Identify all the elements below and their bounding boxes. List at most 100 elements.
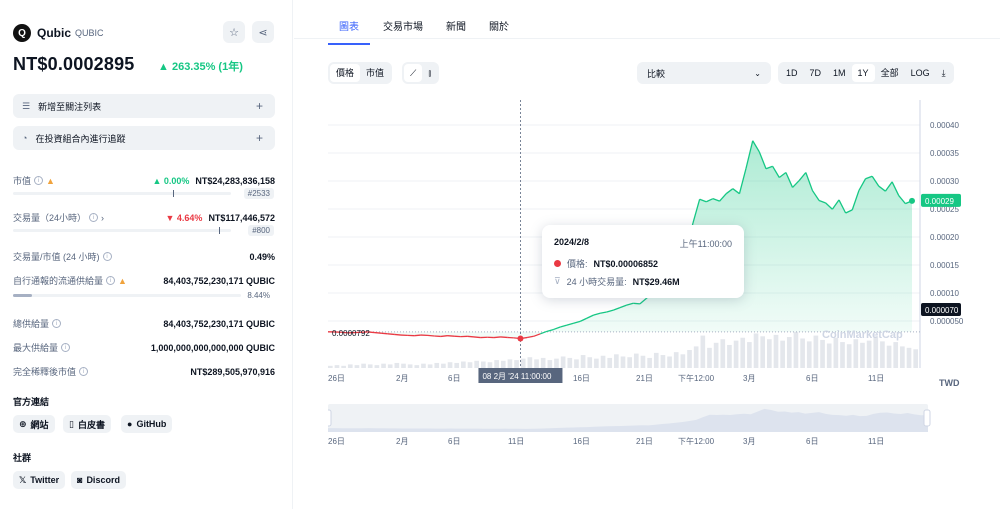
hover-point [517,335,524,342]
range-all[interactable]: 全部 [875,64,905,82]
add-watchlist-button[interactable]: ☰ 新增至關注列表 + [13,94,275,118]
range-7d[interactable]: 7D [804,64,828,82]
circ-supply-fill [13,294,33,297]
add-watchlist-label: 新增至關注列表 [38,101,102,112]
share-button[interactable]: ⋖ [252,21,274,43]
compare-label: 比較 [647,68,666,79]
volume-rank: #800 [248,225,274,236]
y-tick-label: 0.00035 [930,149,959,158]
volume-bar [640,355,646,368]
tab-about[interactable]: 關於 [489,18,509,43]
y-tick-label: 0.00030 [930,177,959,186]
volume-bar [387,364,393,368]
volume-bar [427,364,433,368]
market-cap-rank: #2533 [243,188,274,199]
navigator-handle-right [923,409,931,427]
info-icon[interactable]: i [102,252,112,261]
volume-bar [580,355,586,368]
warning-icon[interactable]: ▲ [118,276,127,286]
volume-bar [520,358,526,368]
total-supply-row: 總供給量 i 84,403,752,230,171 QUBIC [13,317,275,330]
price-line-segment [387,333,395,336]
twitter-link[interactable]: 𝕏 Twitter [13,471,66,489]
volume-bar [740,337,746,368]
range-1m[interactable]: 1M [827,64,852,82]
volume-bar [800,338,805,368]
tab-news[interactable]: 新聞 [446,18,466,43]
log-toggle[interactable]: LOG [905,64,936,82]
volume-bar [381,363,386,368]
volume-bar [494,360,499,368]
chevron-right-icon[interactable]: › [101,213,104,223]
market-cap-rank-bar [13,190,231,197]
y-tick-label: 0.00020 [930,233,959,242]
volume-bar [554,358,559,368]
plus-icon: + [255,99,263,113]
line-chart-icon[interactable]: ⟋ [404,64,423,82]
candlestick-icon[interactable]: ⫾ [422,64,437,82]
market-cap-label: 市值 [13,176,32,186]
volume-bar [747,342,752,368]
volume-rank-bar [13,227,231,234]
x-tick-label: 26日 [328,374,345,383]
volume-bar [607,357,613,368]
website-link[interactable]: ⊕ 網站 [13,415,55,433]
tab-markets[interactable]: 交易市場 [383,18,423,43]
volume-bar [693,346,699,368]
price-toggle[interactable]: 價格 [330,64,361,82]
mcap-toggle[interactable]: 市值 [360,64,390,82]
y-tick-label: 0.000050 [930,317,964,326]
volume-bar [780,340,785,368]
volume-bar [361,363,366,368]
volume-bar [514,360,519,368]
chart-panel: 圖表 交易市場 新聞 關於 價格 市值 ⟋ ⫾ 比較 ⌄ 1D 7D 1M 1Y… [294,0,1000,509]
info-icon[interactable]: i [89,213,99,222]
range-1y[interactable]: 1Y [851,64,875,82]
star-button[interactable]: ☆ [223,21,245,43]
navigator-tick-label: 11日 [868,437,884,446]
volume-bar [687,350,692,368]
github-link[interactable]: ● GitHub [121,415,173,433]
price-dot-icon [554,260,561,267]
track-portfolio-button[interactable]: ◔ 在投資組合內進行追蹤 + [13,126,275,150]
info-icon[interactable]: i [79,367,89,376]
coin-price: NT$0.0002895 [13,54,135,74]
watermark-text: CoinMarketCap [822,329,903,341]
download-icon[interactable]: ⤓ [936,64,952,82]
price-change: ▲ 263.35% (1年) [158,61,243,73]
current-price-label: 0.00029 [925,197,954,206]
volume-bar [840,342,845,368]
volume-bar [893,342,899,368]
y-tick-label: 0.00015 [930,261,959,270]
compare-select[interactable]: 比較 ⌄ [637,62,771,84]
min-price-label: 0.000070 [925,306,959,315]
currency-label: TWD [939,378,960,388]
list-icon: ☰ [22,100,31,111]
coin-symbol: QUBIC [75,28,104,38]
volume-bar [614,354,619,368]
tooltip-price-row: 價格: NT$0.00006852 [554,257,658,270]
market-cap-change: ▲ 0.00% [152,175,190,186]
market-cap-row: 市值 i ▲ ▲ 0.00% NT$24,283,836,158 [13,174,275,187]
discord-link[interactable]: ◙ Discord [71,471,126,489]
x-tick-label: 16日 [573,374,590,383]
warning-icon[interactable]: ▲ [46,176,55,186]
whitepaper-link[interactable]: ▯ 白皮書 [63,415,111,433]
info-icon[interactable]: i [34,176,44,185]
info-icon[interactable]: i [106,276,116,285]
coin-info-panel: Q Qubic QUBIC ☆ ⋖ NT$0.0002895 ▲ 263.35%… [0,0,293,509]
coin-header: Q Qubic QUBIC [13,24,104,42]
circ-supply-row: 自行通報的流通供給量 i ▲ 84,403,752,230,171 QUBIC [13,274,275,287]
range-1d[interactable]: 1D [780,64,804,82]
navigator-tick-label: 11日 [508,437,524,446]
chevron-down-icon: ⌄ [754,68,761,78]
caret-up-icon: ▲ [158,61,169,73]
tab-chart[interactable]: 圖表 [328,18,370,45]
rank-marker [173,190,174,197]
fdv-label: 完全稀釋後市值 [13,367,77,377]
info-icon[interactable]: i [61,343,71,352]
circ-supply-label: 自行通報的流通供給量 [13,276,104,286]
circ-supply-percent: 8.44% [247,291,270,300]
info-icon[interactable]: i [52,319,62,328]
total-supply-value: 84,403,752,230,171 QUBIC [163,318,275,329]
